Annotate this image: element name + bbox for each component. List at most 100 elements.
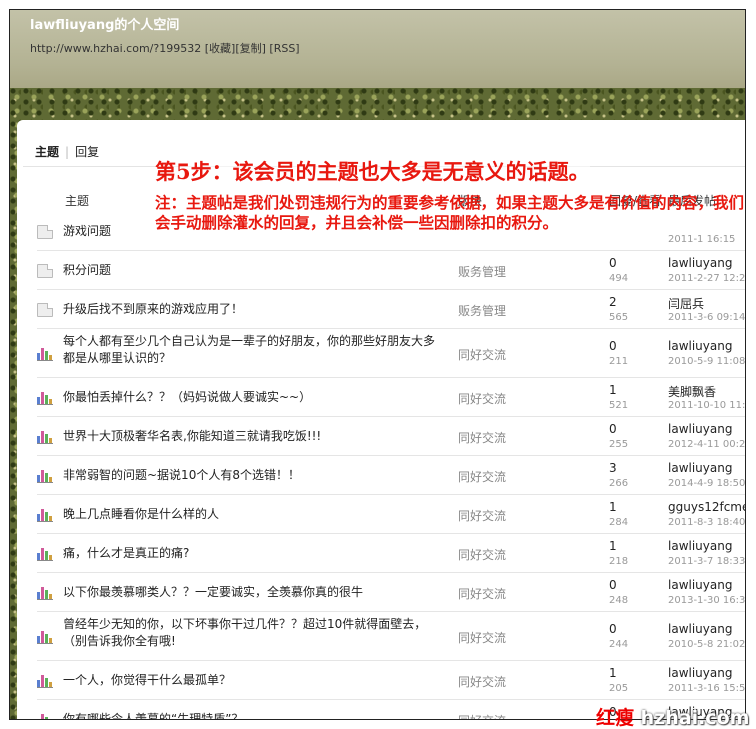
document-icon <box>37 263 53 278</box>
forum-link[interactable]: 同好交流 <box>458 429 506 446</box>
last-post-time: 2011-3-6 09:14 <box>668 311 746 323</box>
view-count: 211 <box>609 355 629 367</box>
last-post-time: 2011-3-7 18:33 <box>668 555 746 567</box>
topic-title-link[interactable]: 曾经年少无知的你，以下坏事你干过几件？？超过10件就得面壁去，（别告诉我你全有哦… <box>63 616 443 650</box>
forum-link[interactable]: 同好交流 <box>458 507 506 524</box>
last-poster-link[interactable]: gguys12fcme8 <box>668 500 745 514</box>
topic-row: 曾经年少无知的你，以下坏事你干过几件？？超过10件就得面壁去，（别告诉我你全有哦… <box>37 612 746 661</box>
last-post-time: 2014-4-9 18:50 <box>668 477 746 489</box>
last-post-time: 2011-3-16 15:5 <box>668 682 746 694</box>
view-count: 244 <box>609 638 629 650</box>
topic-row: 升级后找不到原来的游戏应用了！ 贩务管理 2 565 闫屈兵 2011-3-6 09:14 <box>37 290 746 329</box>
last-post-time: 2010-5-9 11:08 <box>668 355 746 367</box>
poll-icon <box>37 469 53 483</box>
tab-bar: 主题 | 回复 <box>35 143 99 160</box>
view-count: 255 <box>609 438 629 450</box>
topic-row: 痛，什么才是真正的痛? 同好交流 1 218 lawliuyang 2011-3-7 18… <box>37 534 746 573</box>
topic-title-link[interactable]: 积分问题 <box>63 262 443 279</box>
poll-icon <box>37 391 53 405</box>
watermark-site: hzhai.com <box>640 707 750 729</box>
topic-title-link[interactable]: 非常弱智的问题~据说10个人有8个选错！！ <box>63 467 443 484</box>
topic-row: 积分问题 贩务管理 0 494 lawliuyang 2011-2-27 12:2 <box>37 251 746 290</box>
topic-row: 以下你最羡慕哪类人？？一定要诚实，全羡慕你真的很牛 同好交流 0 248 lawliuy… <box>37 573 746 612</box>
last-post-time: 2011-2-27 12:2 <box>668 272 746 284</box>
topic-row: 世界十大顶极奢华名表,你能知道三就请我吃饭!!! 同好交流 0 255 lawliuya… <box>37 417 746 456</box>
last-post-time: 2011-10-10 11: <box>668 399 746 411</box>
last-poster-link[interactable]: lawliuyang <box>668 422 732 436</box>
forum-link[interactable]: 同好交流 <box>458 390 506 407</box>
last-poster-link[interactable]: lawliuyang <box>668 539 732 553</box>
topic-title-link[interactable]: 每个人都有至少几个自己认为是一辈子的好朋友，你的那些好朋友大多都是从哪里认识的？ <box>63 333 443 367</box>
last-poster-link[interactable]: lawliuyang <box>668 666 732 680</box>
last-poster-link[interactable]: lawliuyang <box>668 339 732 353</box>
poll-icon <box>37 547 53 561</box>
topic-title-link[interactable]: 一个人，你觉得干什么最孤单？ <box>63 672 443 689</box>
reply-count: 1 <box>609 499 617 514</box>
last-poster-link[interactable]: 闫屈兵 <box>668 295 704 312</box>
poll-icon <box>37 713 53 719</box>
topic-row: 一个人，你觉得干什么最孤单？ 同好交流 1 205 lawliuyang 2011-3-1… <box>37 661 746 700</box>
tab-replies[interactable]: 回复 <box>75 145 99 159</box>
forum-link[interactable]: 同好交流 <box>458 585 506 602</box>
topic-title-link[interactable]: 你有哪些令人羡慕的“生理特质”？ <box>63 711 443 720</box>
topic-title-link[interactable]: 痛，什么才是真正的痛? <box>63 545 443 562</box>
poll-icon <box>37 347 53 361</box>
reply-count: 0 <box>609 338 617 353</box>
last-poster-link[interactable]: 美脚飘香 <box>668 383 716 400</box>
last-poster-link[interactable]: lawliuyang <box>668 622 732 636</box>
reply-count: 1 <box>609 382 617 397</box>
last-poster-link[interactable]: lawliuyang <box>668 461 732 475</box>
last-post-time: 2010-5-8 21:02 <box>668 638 746 650</box>
view-count: 565 <box>609 311 629 323</box>
reply-count: 0 <box>609 255 617 270</box>
last-poster-link[interactable]: lawliuyang <box>668 256 732 270</box>
annotation-step: 第5步：该会员的主题也大多是无意义的话题。 <box>155 156 590 186</box>
view-count: 266 <box>609 477 629 489</box>
reply-count: 2 <box>609 294 617 309</box>
tab-topics[interactable]: 主题 <box>35 145 59 159</box>
topic-title-link[interactable]: 世界十大顶极奢华名表,你能知道三就请我吃饭!!! <box>63 428 443 445</box>
forum-link[interactable]: 贩务管理 <box>458 302 506 319</box>
reply-count: 0 <box>609 621 617 636</box>
reply-count: 0 <box>609 421 617 436</box>
forum-link[interactable]: 同好交流 <box>458 712 506 720</box>
tab-separator: | <box>65 145 70 159</box>
reply-count: 0 <box>609 577 617 592</box>
poll-icon <box>37 508 53 522</box>
topic-row: 晚上几点睡看你是什么样的人同好交流 1 284 gguys12fcme8 2011-8-… <box>37 495 745 534</box>
forum-link[interactable]: 同好交流 <box>458 629 506 646</box>
view-count: 218 <box>609 555 629 567</box>
view-count: 284 <box>609 516 629 528</box>
reply-count: 1 <box>609 538 617 553</box>
last-poster-link[interactable]: lawliuyang <box>668 578 732 592</box>
forum-link[interactable]: 同好交流 <box>458 546 506 563</box>
view-count: 205 <box>609 682 629 694</box>
topic-title-link[interactable]: 以下你最羡慕哪类人？？一定要诚实，全羡慕你真的很牛 <box>63 584 443 601</box>
document-icon <box>37 224 53 239</box>
forum-link[interactable]: 同好交流 <box>458 346 506 363</box>
watermark: 红瘦 hzhai.com <box>596 703 749 729</box>
last-post-time: 2012-4-11 00:2 <box>668 438 746 450</box>
header-topic: 主题 <box>65 194 90 208</box>
topic-title-link[interactable]: 你最怕丢掉什么？？（妈妈说做人要诚实~~） <box>63 389 443 406</box>
space-page: lawfliuyang的个人空间 http://www.hzhai.com/?1… <box>9 9 746 720</box>
forum-link[interactable]: 同好交流 <box>458 468 506 485</box>
watermark-brand: 红瘦 <box>596 707 635 729</box>
reply-count: 3 <box>609 460 617 475</box>
document-icon <box>37 302 53 317</box>
poll-icon <box>37 430 53 444</box>
rss-link[interactable]: [RSS] <box>269 42 299 55</box>
topic-row: 非常弱智的问题~据说10个人有8个选错！！ 同好交流 3 266 lawliuyang 2… <box>37 456 746 495</box>
last-post-time: 2013-1-30 16:3 <box>668 594 746 606</box>
forum-link[interactable]: 贩务管理 <box>458 263 506 280</box>
space-url[interactable]: http://www.hzhai.com/?199532 <box>30 42 201 55</box>
favorite-link[interactable]: [收藏] <box>205 42 236 55</box>
topic-title-link[interactable]: 升级后找不到原来的游戏应用了！ <box>63 301 443 318</box>
topic-title-link[interactable]: 晚上几点睡看你是什么样的人 <box>63 506 443 523</box>
poll-icon <box>37 586 53 600</box>
forum-link[interactable]: 同好交流 <box>458 673 506 690</box>
copy-link[interactable]: [复制] <box>235 42 266 55</box>
poll-icon <box>37 630 53 644</box>
last-post-time: 2011-1 16:15 <box>668 233 736 245</box>
view-count: 494 <box>609 272 629 284</box>
